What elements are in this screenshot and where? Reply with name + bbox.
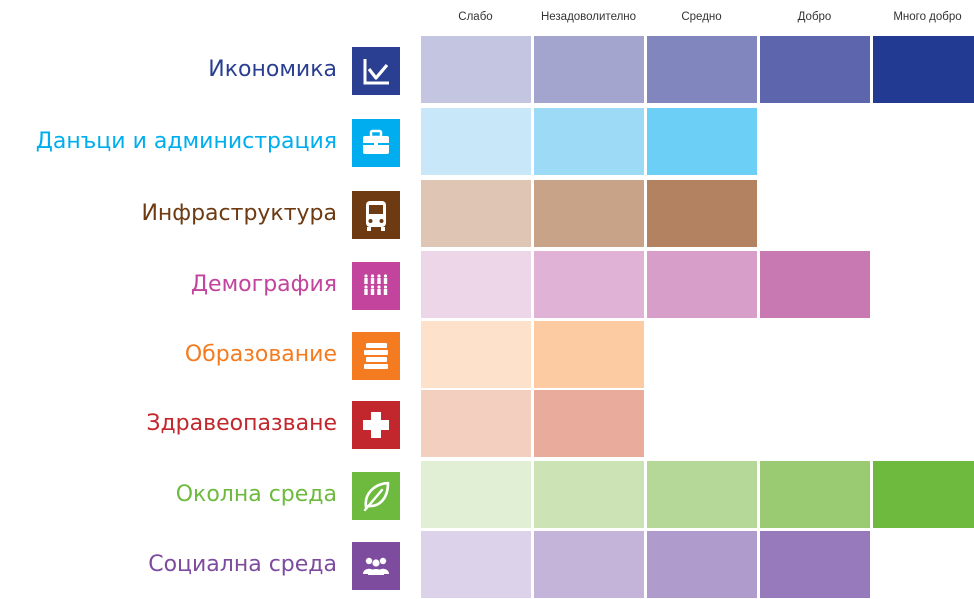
people-icon [352,262,400,310]
category-row: Социална среда [0,531,974,599]
rating-cell [421,108,531,175]
rating-cell [421,251,531,318]
category-row: Икономика [0,36,974,104]
rating-cell [647,36,757,103]
rating-cell [760,531,870,598]
category-label: Здравеопазване [146,411,337,436]
rating-cell [647,461,757,528]
rating-cell [421,36,531,103]
category-label: Инфраструктура [141,201,337,226]
rating-cell [421,180,531,247]
category-row: Образование [0,321,974,389]
category-row: Демография [0,251,974,319]
rating-cell [647,108,757,175]
rating-cell [534,251,644,318]
rating-cell [760,251,870,318]
rating-cell [534,390,644,457]
category-row: Данъци и администрация [0,108,974,176]
rating-cell [647,531,757,598]
category-ratings: Икономика Данъци и администрация Инфраст… [0,0,974,598]
rating-cell [421,461,531,528]
medical-cross-icon [352,401,400,449]
category-label: Социална среда [148,552,337,577]
briefcase-icon [352,119,400,167]
rating-cell [534,531,644,598]
category-row: Здравеопазване [0,390,974,458]
rating-cell [534,108,644,175]
category-label: Демография [190,272,337,297]
rating-cell [534,180,644,247]
rating-cell [873,461,974,528]
category-label: Околна среда [175,482,337,507]
leaf-icon [352,472,400,520]
chart-line-icon [352,47,400,95]
rating-cell [760,461,870,528]
rating-cell [534,461,644,528]
rating-cell [421,390,531,457]
category-row: Околна среда [0,461,974,529]
rating-cell [421,321,531,388]
rating-cell [873,36,974,103]
category-label: Образование [184,342,337,367]
rating-cell [421,531,531,598]
rating-cell [760,36,870,103]
rating-cell [647,251,757,318]
rating-cell [647,180,757,247]
category-row: Инфраструктура [0,180,974,248]
books-icon [352,332,400,380]
category-label: Икономика [208,57,337,82]
rating-cell [534,36,644,103]
category-label: Данъци и администрация [35,129,337,154]
bus-icon [352,191,400,239]
group-icon [352,542,400,590]
rating-cell [534,321,644,388]
